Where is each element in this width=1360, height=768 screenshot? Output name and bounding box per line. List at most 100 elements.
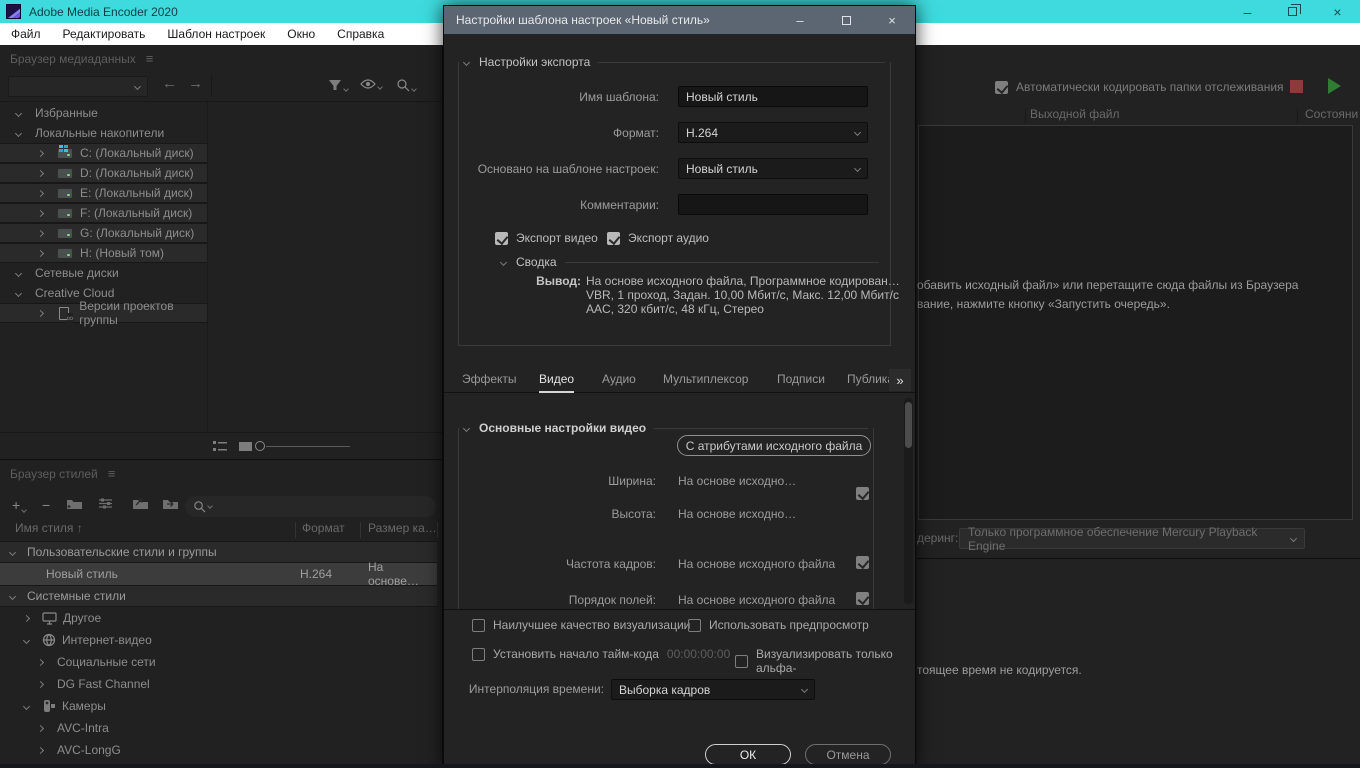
match-source-button[interactable]: С атрибутами исходного файла	[677, 435, 871, 456]
alpha-only-checkbox[interactable]	[735, 654, 748, 668]
start-queue-button[interactable]	[1328, 78, 1341, 94]
column-name[interactable]: Имя стиля ↑	[15, 521, 83, 535]
preset-row-web-video[interactable]: Интернет-видео	[0, 629, 437, 651]
window-restore-button[interactable]	[1270, 0, 1315, 23]
window-close-button[interactable]: ×	[1315, 0, 1360, 23]
tree-item-drive-d[interactable]: D: (Локальный диск)	[0, 163, 207, 183]
chevron-right-icon[interactable]	[36, 149, 45, 157]
preset-row-dg-fast-channel[interactable]: DG Fast Channel	[0, 673, 437, 695]
filter-icon[interactable]	[328, 78, 349, 92]
tab-multiplexer[interactable]: Мультиплексор	[663, 372, 748, 391]
column-format[interactable]: Формат	[302, 521, 345, 535]
preset-row-cameras[interactable]: Камеры	[0, 695, 437, 717]
chevron-right-icon[interactable]	[36, 658, 45, 666]
tree-item-drive-f[interactable]: F: (Локальный диск)	[0, 203, 207, 223]
tab-effects[interactable]: Эффекты	[462, 372, 517, 391]
based-on-dropdown[interactable]: Новый стиль	[678, 158, 868, 179]
best-quality-checkbox[interactable]	[472, 618, 485, 632]
chevron-right-icon[interactable]	[36, 680, 45, 688]
tab-captions[interactable]: Подписи	[777, 372, 825, 391]
tab-overflow-icon[interactable]: »	[889, 369, 911, 391]
stop-queue-button[interactable]	[1290, 80, 1303, 93]
export-audio-checkbox[interactable]	[607, 231, 620, 245]
use-preview-checkbox[interactable]	[688, 618, 701, 632]
back-icon[interactable]: ←	[162, 75, 177, 92]
chevron-down-icon[interactable]	[22, 636, 31, 644]
chevron-down-icon[interactable]	[14, 129, 23, 137]
forward-icon[interactable]: →	[188, 75, 203, 92]
chevron-right-icon[interactable]	[36, 229, 45, 237]
chevron-down-icon[interactable]	[462, 58, 471, 66]
tree-item-drive-c[interactable]: C: (Локальный диск)	[0, 143, 207, 163]
menu-file[interactable]: Файл	[0, 23, 52, 45]
tree-item-local-drives[interactable]: Локальные накопители	[0, 123, 164, 143]
preset-row-avc-longg[interactable]: AVC-LongG	[0, 739, 437, 761]
preset-name-input[interactable]	[678, 86, 868, 107]
column-status[interactable]: Состояни	[1305, 107, 1358, 121]
list-view-icon[interactable]	[212, 440, 228, 453]
new-group-icon[interactable]	[66, 497, 83, 510]
apply-preset-to-queue-icon[interactable]	[162, 497, 179, 510]
chevron-right-icon[interactable]	[36, 249, 45, 257]
chevron-down-icon[interactable]	[8, 592, 17, 600]
queue-drop-area[interactable]	[918, 125, 1353, 520]
apply-preset-to-source-icon[interactable]	[132, 497, 149, 510]
chevron-down-icon[interactable]	[14, 109, 23, 117]
zoom-slider-handle[interactable]	[255, 441, 265, 451]
chevron-right-icon[interactable]	[36, 309, 44, 317]
menu-edit[interactable]: Редактировать	[52, 23, 157, 45]
dialog-scrollbar[interactable]	[904, 398, 913, 604]
auto-encode-checkbox[interactable]	[995, 80, 1008, 94]
preset-settings-icon[interactable]	[98, 497, 113, 510]
cancel-button[interactable]: Отмена	[805, 744, 891, 765]
chevron-down-icon[interactable]	[462, 424, 471, 432]
comments-input[interactable]	[678, 194, 868, 215]
chevron-down-icon[interactable]	[22, 702, 31, 710]
menu-window[interactable]: Окно	[276, 23, 326, 45]
renderer-dropdown[interactable]: Только программное обеспечение Mercury P…	[959, 525, 1305, 553]
framerate-source-checkbox[interactable]	[856, 556, 869, 569]
chevron-right-icon[interactable]	[36, 724, 45, 732]
set-timecode-checkbox[interactable]	[472, 647, 485, 661]
window-minimize-button[interactable]: –	[1225, 0, 1270, 23]
format-dropdown[interactable]: H.264	[678, 122, 868, 143]
tab-audio[interactable]: Аудио	[602, 372, 636, 391]
menu-help[interactable]: Справка	[326, 23, 395, 45]
column-output-file[interactable]: Выходной файл	[1030, 107, 1120, 121]
scrollbar-thumb[interactable]	[905, 402, 912, 448]
view-eye-icon[interactable]	[360, 78, 383, 90]
preset-row-other[interactable]: Другое	[0, 607, 437, 629]
ok-button[interactable]: ОК	[705, 744, 791, 765]
interp-dropdown[interactable]: Выборка кадров	[611, 679, 815, 700]
column-size[interactable]: Размер ка…	[368, 521, 437, 535]
chevron-down-icon[interactable]	[14, 269, 23, 277]
dialog-close-button[interactable]: ×	[869, 6, 915, 34]
panel-menu-icon[interactable]: ≡	[146, 51, 154, 66]
chevron-down-icon[interactable]	[499, 258, 508, 266]
link-width-height-checkbox[interactable]	[856, 487, 869, 500]
tab-video[interactable]: Видео	[539, 372, 575, 393]
media-source-dropdown[interactable]	[8, 76, 148, 97]
tree-item-drive-e[interactable]: E: (Локальный диск)	[0, 183, 207, 203]
preset-row-social[interactable]: Социальные сети	[0, 651, 437, 673]
chevron-right-icon[interactable]	[36, 169, 45, 177]
chevron-right-icon[interactable]	[22, 614, 31, 622]
tree-item-drive-g[interactable]: G: (Локальный диск)	[0, 223, 207, 243]
menu-preset[interactable]: Шаблон настроек	[156, 23, 276, 45]
preset-row-avc-intra[interactable]: AVC-Intra	[0, 717, 437, 739]
thumbnail-view-icon[interactable]	[238, 440, 253, 453]
dialog-maximize-button[interactable]	[823, 6, 869, 34]
remove-preset-icon[interactable]: −	[42, 497, 50, 513]
chevron-right-icon[interactable]	[36, 209, 45, 217]
search-icon[interactable]	[396, 78, 417, 92]
fieldorder-source-checkbox[interactable]	[856, 592, 869, 605]
preset-search-input[interactable]	[185, 496, 436, 517]
chevron-right-icon[interactable]	[36, 189, 45, 197]
chevron-right-icon[interactable]	[36, 746, 45, 754]
chevron-down-icon[interactable]	[14, 289, 23, 297]
zoom-slider-track[interactable]	[266, 446, 350, 447]
add-preset-icon[interactable]: +	[12, 497, 28, 513]
tree-item-network-drives[interactable]: Сетевые диски	[0, 263, 119, 283]
export-video-checkbox[interactable]	[495, 231, 508, 245]
chevron-down-icon[interactable]	[8, 548, 17, 556]
